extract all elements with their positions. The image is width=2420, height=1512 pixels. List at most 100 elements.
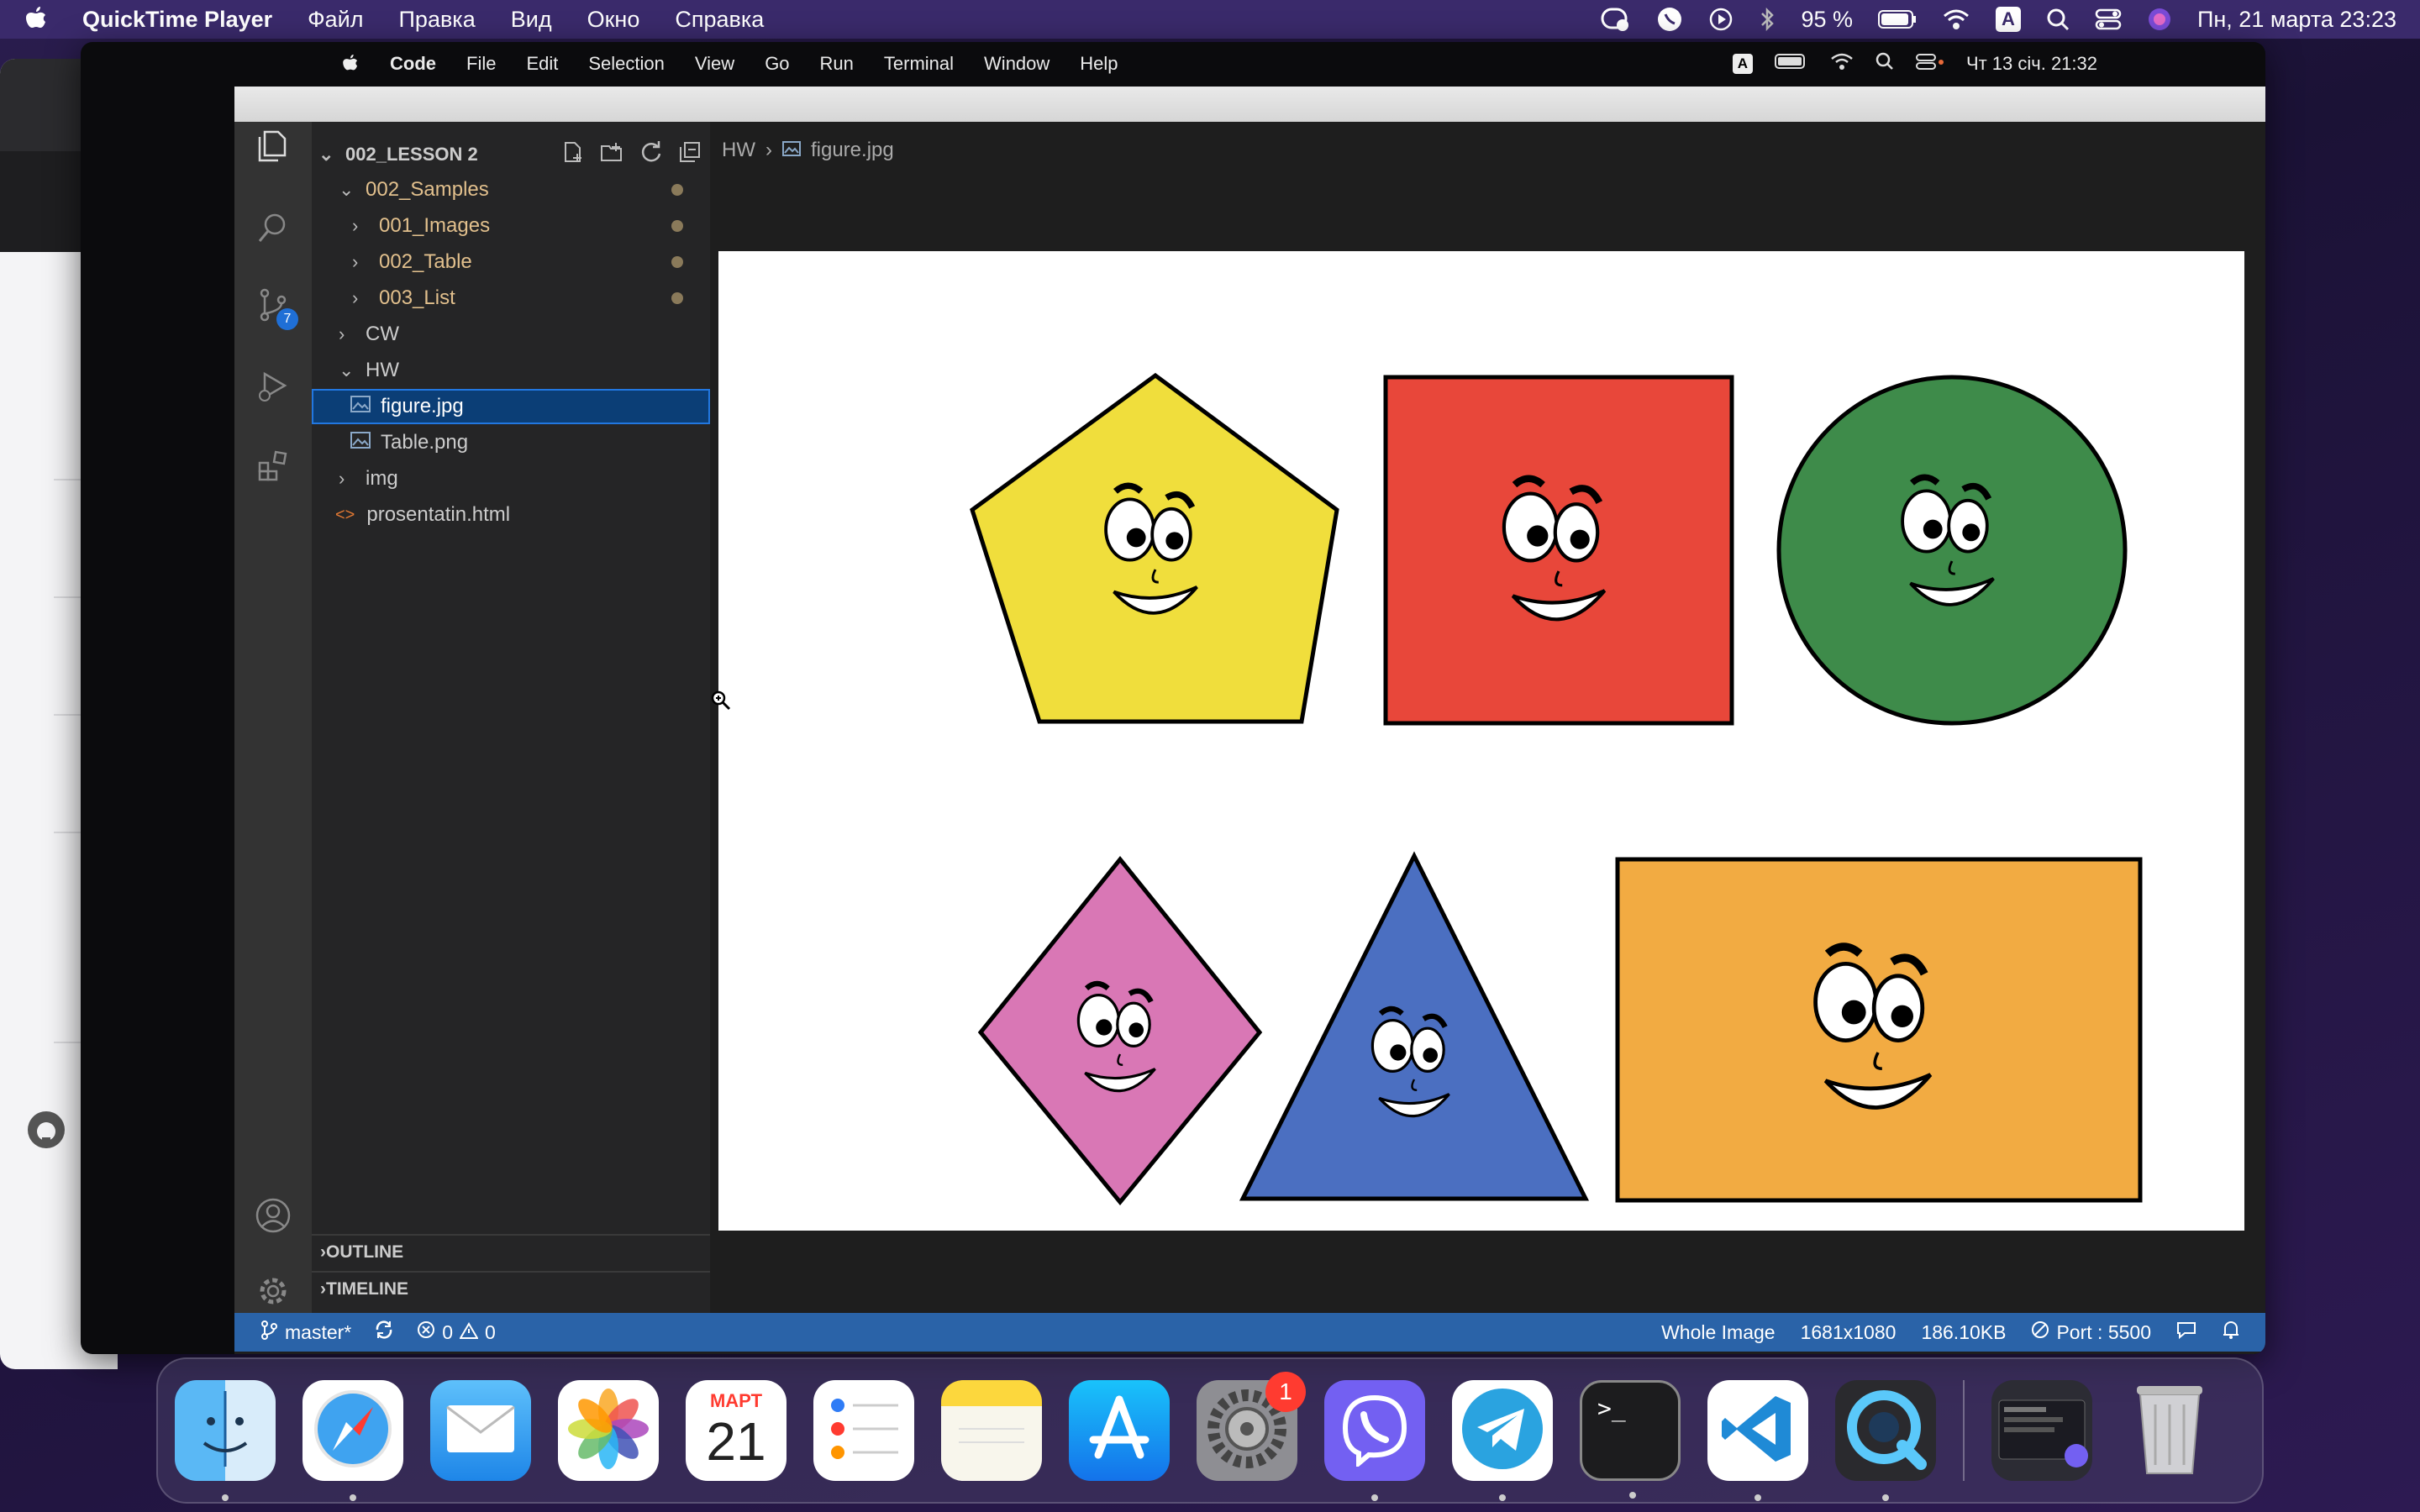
dock-viber[interactable] (1324, 1380, 1425, 1501)
dock-photos[interactable] (558, 1380, 659, 1481)
explorer-root[interactable]: ⌄ 002_LESSON 2 (312, 137, 710, 172)
explorer-sidebar: ⌄ 002_LESSON 2 ⌄ 002_Samples › 001_Image… (312, 122, 710, 1313)
modified-dot (671, 292, 683, 304)
battery-icon[interactable] (1877, 9, 1917, 29)
recorded-menu-window: Window (984, 53, 1050, 74)
apple-logo-icon[interactable] (24, 5, 54, 34)
image-file-icon (781, 139, 801, 162)
input-source-icon[interactable]: A (1995, 7, 2021, 32)
error-count: 0 (442, 1320, 454, 1343)
gear-icon (255, 1273, 292, 1314)
sync-button[interactable] (373, 1320, 395, 1345)
dock-minimized-window[interactable] (1991, 1380, 2092, 1481)
timeline-section[interactable]: › TIMELINE (312, 1271, 710, 1306)
run-debug-activity[interactable] (253, 367, 293, 407)
running-indicator (350, 1494, 356, 1501)
dock-notes[interactable] (941, 1380, 1042, 1481)
outline-section[interactable]: › OUTLINE (312, 1234, 710, 1269)
menu-view[interactable]: Вид (511, 7, 552, 33)
tree-item-003-list[interactable]: › 003_List (312, 281, 710, 316)
extensions-icon (256, 449, 290, 487)
tree-item-img[interactable]: › img (312, 461, 710, 496)
dock-finder[interactable] (175, 1380, 276, 1501)
play-tray-icon[interactable] (1708, 7, 1733, 32)
dock-terminal[interactable]: >_ (1580, 1380, 1681, 1499)
search-activity[interactable] (253, 209, 293, 249)
recorded-menu-bar: Code File Edit Selection View Go Run Ter… (249, 42, 2265, 86)
collapse-all-icon[interactable] (678, 140, 702, 169)
menu-bar-clock[interactable]: Пн, 21 марта 23:23 (2197, 7, 2396, 33)
tree-item-figure-jpg[interactable]: figure.jpg (312, 389, 710, 424)
dock-calendar[interactable]: МАРТ 21 (686, 1380, 786, 1481)
tree-item-002-samples[interactable]: ⌄ 002_Samples (312, 172, 710, 207)
manage-activity[interactable] (253, 1273, 293, 1313)
tree-item-cw[interactable]: › CW (312, 317, 710, 352)
new-file-icon[interactable] (560, 140, 584, 169)
branch-status[interactable]: master* (260, 1320, 351, 1345)
live-server-port[interactable]: Port : 5500 (2031, 1320, 2151, 1344)
explorer-activity[interactable] (253, 127, 293, 167)
recorded-menu-run: Run (819, 53, 854, 74)
activity-bar: 7 (234, 122, 312, 1313)
timeline-label: TIMELINE (326, 1279, 408, 1299)
chevron-right-icon: › (339, 468, 345, 489)
window-thumbnail-icon (1996, 1387, 2088, 1475)
vscode-window: 7 ⌄ 002_LESSON 2 ⌄ 002_Samples › 001_Ima… (234, 87, 2265, 1354)
menu-help[interactable]: Справка (675, 7, 764, 33)
source-control-activity[interactable]: 7 (253, 286, 298, 330)
outline-label: OUTLINE (326, 1242, 404, 1262)
dock-telegram[interactable] (1452, 1380, 1553, 1501)
dock-safari[interactable] (302, 1380, 403, 1501)
menu-app-name[interactable]: QuickTime Player (82, 7, 272, 33)
chevron-right-icon: › (765, 139, 772, 161)
control-center-icon[interactable] (2095, 8, 2122, 31)
dock: МАРТ 21 1 >_ (156, 1357, 2264, 1504)
source-control-badge: 7 (276, 308, 298, 330)
bell-icon[interactable] (2222, 1320, 2240, 1345)
photos-icon (566, 1387, 650, 1475)
siri-icon[interactable] (2147, 7, 2172, 32)
wifi-icon[interactable] (1942, 8, 1970, 31)
dock-reminders[interactable] (813, 1380, 914, 1481)
sync-icon (373, 1320, 395, 1345)
new-folder-icon[interactable] (599, 140, 624, 169)
bluetooth-icon[interactable] (1759, 7, 1776, 32)
notification-center-icon[interactable] (1601, 7, 1631, 32)
tree-item-label: img (366, 467, 398, 490)
dock-vscode[interactable] (1707, 1380, 1808, 1501)
tree-item-hw[interactable]: ⌄ HW (312, 353, 710, 388)
quicktime-icon (1844, 1387, 1928, 1475)
refresh-icon[interactable] (639, 140, 663, 169)
extensions-activity[interactable] (253, 448, 293, 488)
branch-name: master* (285, 1320, 352, 1343)
recorded-menu-view: View (694, 53, 735, 74)
tree-item-002-table[interactable]: › 002_Table (312, 244, 710, 280)
problems-status[interactable]: 0 0 (417, 1320, 496, 1344)
github-icon[interactable] (25, 1109, 67, 1155)
dock-app-store[interactable] (1069, 1380, 1170, 1481)
dock-quicktime[interactable] (1835, 1380, 1936, 1501)
tree-item-table-png[interactable]: Table.png (312, 425, 710, 460)
breadcrumb-file[interactable]: figure.jpg (811, 139, 894, 162)
dock-system-preferences[interactable]: 1 (1197, 1372, 1306, 1481)
port-label: Port : 5500 (2056, 1320, 2151, 1343)
image-preview[interactable] (718, 251, 2244, 1231)
tree-item-prosentatin-html[interactable]: <> prosentatin.html (312, 497, 710, 533)
image-view-mode[interactable]: Whole Image (1661, 1321, 1776, 1344)
menu-file[interactable]: Файл (308, 7, 363, 33)
menu-window[interactable]: Окно (587, 7, 640, 33)
spotlight-search-icon[interactable] (2046, 8, 2070, 31)
viber-tray-icon[interactable] (1656, 6, 1683, 33)
recorded-menu-go: Go (765, 53, 790, 74)
modified-dot (671, 256, 683, 268)
menu-edit[interactable]: Правка (399, 7, 476, 33)
feedback-icon[interactable] (2176, 1320, 2196, 1344)
dock-mail[interactable] (430, 1380, 531, 1481)
mail-icon (445, 1404, 516, 1458)
tree-item-001-images[interactable]: › 001_Images (312, 208, 710, 244)
tree-item-label: HW (366, 359, 399, 381)
accounts-activity[interactable] (253, 1197, 293, 1237)
dock-trash[interactable] (2119, 1380, 2220, 1481)
breadcrumb-folder[interactable]: HW (722, 139, 755, 162)
recorded-menu-edit: Edit (526, 53, 559, 74)
